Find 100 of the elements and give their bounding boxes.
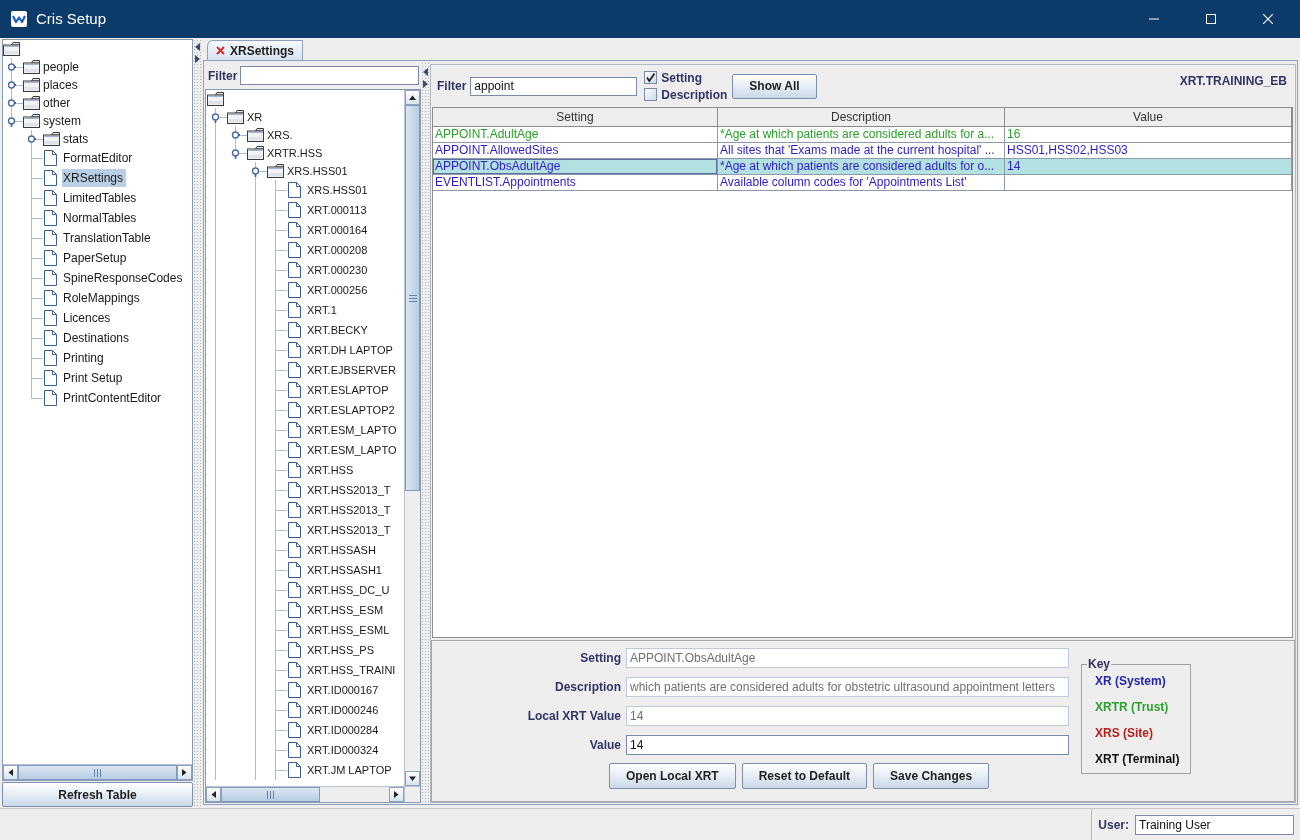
tree-item[interactable]: XRT.000208 [306,241,371,259]
checkbox-label[interactable]: Setting [661,70,702,85]
tree-item[interactable]: XRT.DH LAPTOP [306,341,396,359]
tree-item[interactable]: XRT.HSSASH [306,541,379,559]
tree-item[interactable]: XRT.ESM_LAPTO [306,441,400,459]
tree-item[interactable]: other [42,94,74,112]
tree-item[interactable]: system [42,112,84,130]
left-arrow-icon[interactable] [423,68,428,76]
tree-toggle-icon[interactable] [7,97,16,109]
scrollbar-thumb[interactable] [18,765,177,780]
text-field[interactable]: 14 [626,735,1069,755]
scroll-down-button[interactable] [405,771,420,786]
tree-item[interactable]: XRS.HSS01 [306,181,371,199]
tree-toggle-icon[interactable] [27,133,36,145]
tree-item[interactable]: XRT.ID000246 [306,701,382,719]
tree-toggle-icon[interactable] [231,147,240,159]
tree-item[interactable]: XRT.ESM_LAPTO [306,421,400,439]
tree-item[interactable]: XRT.HSS_DC_U [306,581,393,599]
tree-item[interactable]: XRS. [266,126,296,144]
scrollbar-thumb[interactable] [221,787,321,802]
tree-item[interactable]: XRT.EJBSERVER [306,361,399,379]
tree-item[interactable]: XRT.000230 [306,261,371,279]
tree-item[interactable]: XRSettings [62,169,127,187]
tree-item[interactable]: Print Setup [62,369,126,387]
right-arrow-icon[interactable] [194,55,200,63]
tree-item[interactable]: XR [246,108,266,126]
filter-field[interactable]: appoint [470,76,638,96]
scroll-right-button[interactable] [177,765,192,780]
column-header[interactable]: Value [1005,108,1292,126]
tree-toggle-icon[interactable] [211,111,220,123]
action-button[interactable]: Save Changes [873,763,990,789]
tree-item[interactable]: places [42,76,81,94]
tree-item[interactable]: stats [62,130,92,148]
filter-field[interactable] [240,66,419,85]
table-row[interactable]: EVENTLIST.Appointments Available column codes for 'Appointments List' [433,175,1292,191]
tree-toggle-icon[interactable] [7,79,16,91]
tree-toggle-icon[interactable] [251,165,260,177]
scroll-right-button[interactable] [389,787,404,802]
tree-item[interactable]: LimitedTables [62,189,140,207]
tree-item[interactable]: XRT.HSS2013_T [306,481,394,499]
tree-item[interactable]: XRT.ID000167 [306,681,382,699]
action-button[interactable]: Open Local XRT [609,763,736,789]
left-arrow-icon[interactable] [194,43,200,51]
tree-item[interactable]: Licences [62,309,114,327]
right-arrow-icon[interactable] [423,80,428,88]
user-field[interactable]: Training User [1135,814,1294,835]
scroll-up-button[interactable] [405,90,420,105]
tree-item[interactable]: PaperSetup [62,249,130,267]
tree-item[interactable]: TranslationTable [62,229,154,247]
tree-item[interactable]: XRS.HSS01 [286,162,351,180]
tree-item[interactable]: Destinations [62,329,133,347]
tree-item[interactable]: SpineResponseCodes [62,269,186,287]
column-header[interactable]: Setting [433,108,718,126]
tree-item[interactable]: people [42,58,83,76]
maximize-icon[interactable] [1206,14,1216,24]
tree-toggle-icon[interactable] [7,61,16,73]
checkbox[interactable] [644,88,658,101]
table-row[interactable]: APPOINT.AllowedSites All sites that 'Exams made at the current hospital' ... HSS01,HSS02,HSS03 [433,143,1292,159]
scrollbar-thumb[interactable] [405,105,420,492]
tree-item[interactable]: XRT.HSS [306,461,357,479]
tree-item[interactable]: XRT.000164 [306,221,371,239]
tree-item[interactable]: XRT.000256 [306,281,371,299]
scroll-left-button[interactable] [206,787,221,802]
tree-item[interactable]: XRT.ID000324 [306,741,382,759]
tree-item[interactable]: RoleMappings [62,289,143,307]
tree-item[interactable]: XRT.ID000284 [306,721,382,739]
tree-item[interactable]: XRT.BECKY [306,321,371,339]
tree-item[interactable]: NormalTables [62,209,140,227]
tree-item[interactable]: XRT.HSS_TRAINI [306,661,399,679]
show-all-button[interactable]: Show All [732,73,817,99]
tree-item[interactable]: XRT.HSS_ESML [306,621,393,639]
tree-item[interactable]: XRT.HSS2013_T [306,521,394,539]
tree-item[interactable]: XRT.000113 [306,201,370,219]
tree-item[interactable]: XRT.ESLAPTOP2 [306,401,398,419]
tree-item[interactable]: PrintContentEditor [62,389,165,407]
tree-item[interactable]: XRT.ESLAPTOP [306,381,392,399]
tree-toggle-icon[interactable] [7,115,16,127]
refresh-button[interactable]: Refresh Table [2,782,193,807]
tree-item[interactable]: XRT.HSS2013_T [306,501,394,519]
tab[interactable]: XRSettings [207,40,303,60]
column-header[interactable]: Description [718,108,1005,126]
table-row[interactable]: APPOINT.AdultAge *Age at which patients are considered adults for a... 16 [433,127,1292,143]
tree-item[interactable]: XRT.HSS_PS [306,641,378,659]
tree-item[interactable]: XRT.HSSASH1 [306,561,385,579]
tree-item[interactable]: XRT.JM LAPTOP [306,761,395,779]
tree-toggle-icon[interactable] [231,129,240,141]
action-button[interactable]: Reset to Default [741,763,868,789]
tree-item[interactable]: XRT.1 [306,301,340,319]
checkbox-label[interactable]: Description [661,87,728,102]
checkbox[interactable] [644,71,658,84]
horizontal-scrollbar[interactable] [206,786,404,802]
left-arrow-icon [210,791,217,798]
vertical-scrollbar[interactable] [404,90,420,786]
table-row[interactable]: APPOINT.ObsAdultAge *Age at which patients are considered adults for o... 14 [433,159,1292,175]
tree-item[interactable]: FormatEditor [62,149,136,167]
tree-item[interactable]: XRTR.HSS [266,144,326,162]
scroll-left-button[interactable] [3,765,18,780]
horizontal-scrollbar[interactable] [3,764,192,780]
tree-item[interactable]: Printing [62,349,107,367]
tree-item[interactable]: XRT.HSS_ESM [306,601,387,619]
